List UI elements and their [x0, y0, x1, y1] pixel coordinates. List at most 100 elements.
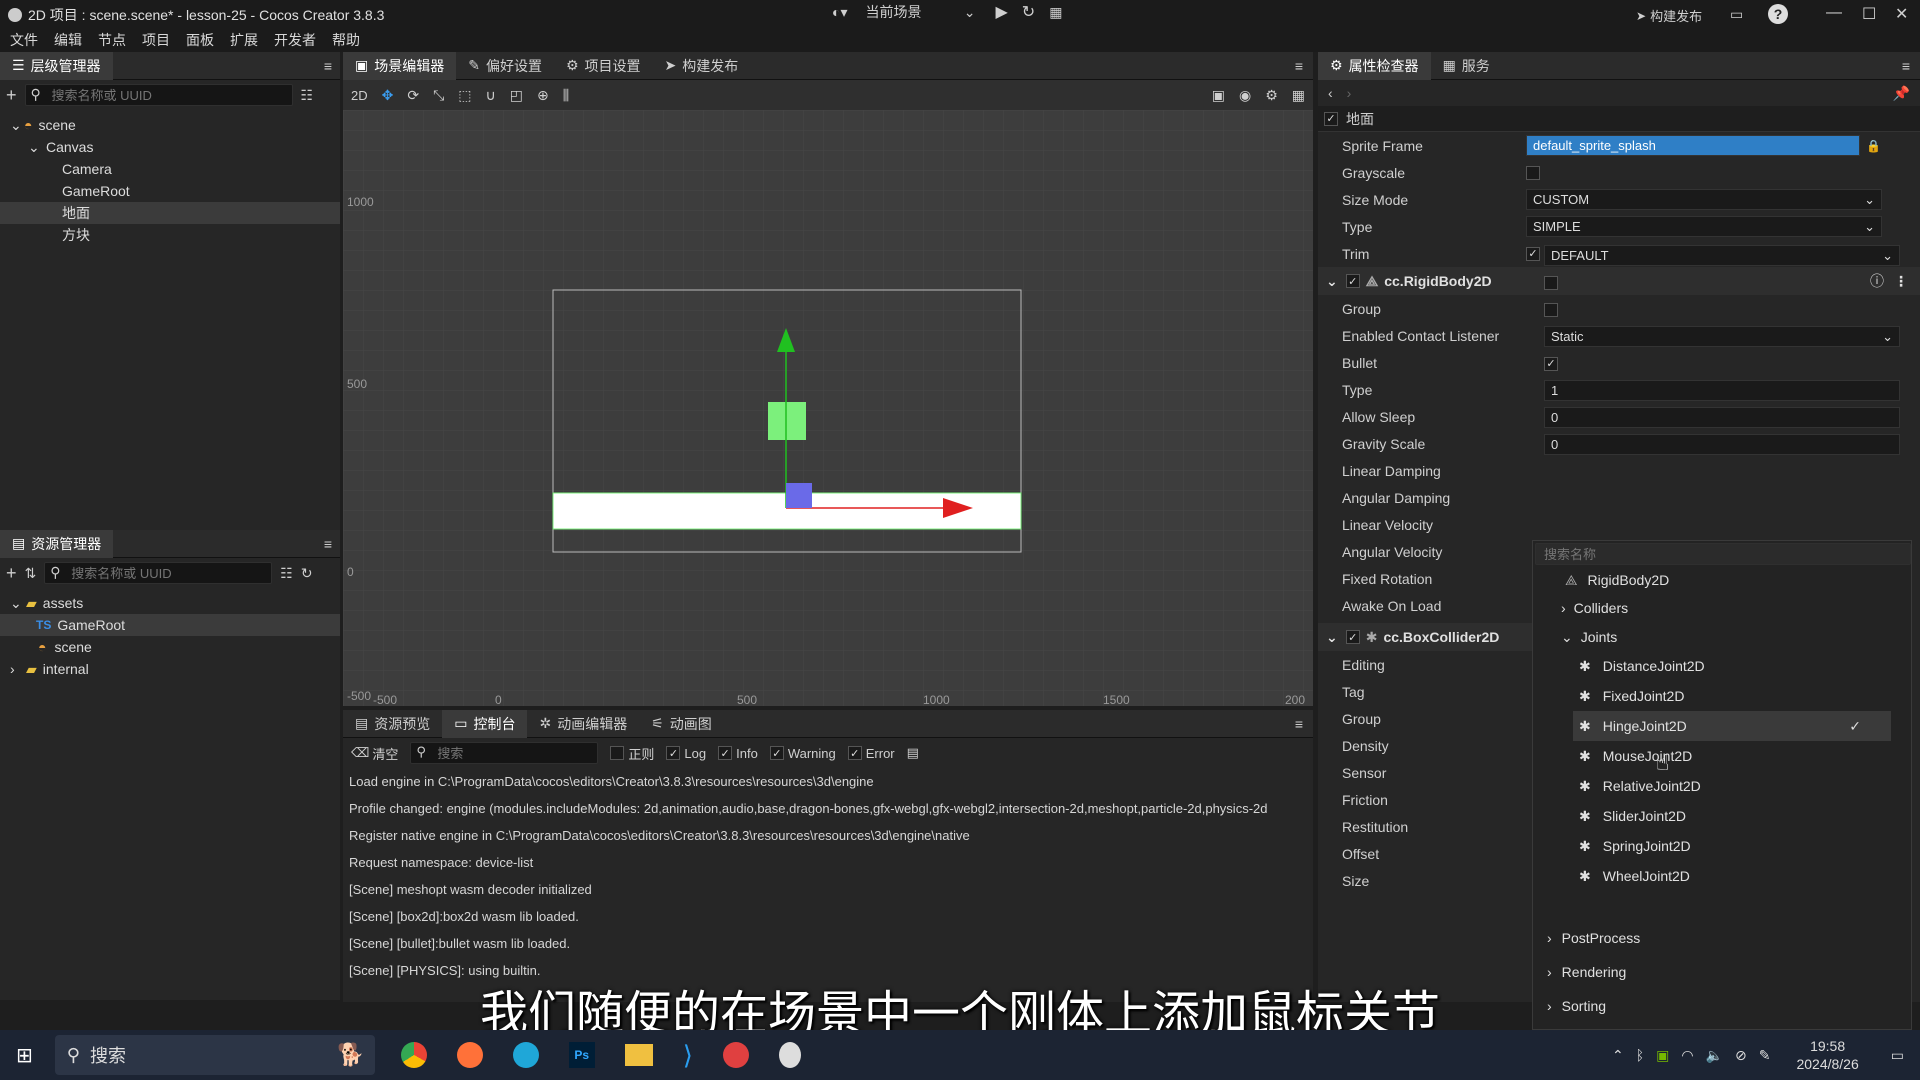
tab-animation-graph[interactable]: ⚟ 动画图: [639, 710, 724, 738]
layout-icon[interactable]: ▣: [1212, 87, 1225, 104]
tree-node-canvas[interactable]: ⌄ Canvas: [0, 136, 340, 158]
joint-item[interactable]: ✱ SpringJoint2D: [1533, 831, 1911, 861]
rotate-tool-icon[interactable]: ⟳: [407, 87, 419, 104]
joint-item-hovered[interactable]: ✱ MouseJoint2D: [1533, 741, 1911, 771]
size-mode-select[interactable]: CUSTOM ⌄: [1526, 189, 1882, 210]
group-joints[interactable]: ⌄ Joints: [1533, 623, 1911, 651]
filter-error[interactable]: ✓ Error: [847, 746, 895, 761]
block-sprite[interactable]: [768, 402, 806, 440]
panel-menu-icon[interactable]: ≡: [1902, 58, 1910, 74]
list-icon[interactable]: ☷: [280, 565, 293, 582]
component-enabled-checkbox[interactable]: ✓: [1345, 630, 1360, 644]
joint-item-selected[interactable]: ✱ HingeJoint2D ✓: [1573, 711, 1891, 741]
move-plane-gizmo[interactable]: [786, 483, 812, 508]
tree-node-camera[interactable]: Camera: [0, 158, 340, 180]
menu-help[interactable]: 帮助: [332, 30, 360, 50]
qr-icon[interactable]: ▦: [1049, 4, 1062, 21]
align-icon[interactable]: ⫼: [563, 87, 569, 104]
joint-item[interactable]: ✱ WheelJoint2D: [1533, 861, 1911, 891]
notification-off-icon[interactable]: ⊘: [1735, 1047, 1747, 1064]
pin-icon[interactable]: 📌: [1893, 85, 1910, 102]
help-icon[interactable]: ?: [1768, 4, 1788, 24]
allow-sleep-checkbox[interactable]: ✓: [1544, 356, 1558, 371]
maximize-icon[interactable]: ☐: [1862, 4, 1876, 24]
hierarchy-search-input[interactable]: [24, 84, 293, 106]
menu-extension[interactable]: 扩展: [230, 30, 258, 50]
joint-item[interactable]: ✱ FixedJoint2D: [1533, 681, 1911, 711]
log-checkbox[interactable]: ✓: [666, 746, 681, 760]
panel-menu-icon[interactable]: ≡: [324, 536, 332, 552]
tab-console[interactable]: ▭ 控制台: [442, 709, 528, 738]
sprite-frame-asset-field[interactable]: default_sprite_splash: [1526, 135, 1860, 156]
scene-view-icon[interactable]: ▦: [1292, 87, 1305, 104]
component-enabled-checkbox[interactable]: ✓: [1345, 274, 1360, 288]
pen-icon[interactable]: ✎: [1759, 1047, 1771, 1064]
tab-build[interactable]: ➤ 构建发布: [653, 52, 751, 80]
play-icon[interactable]: ▶: [995, 2, 1007, 22]
nvidia-icon[interactable]: ▣: [1656, 1047, 1669, 1064]
panel-menu-icon[interactable]: ≡: [1295, 58, 1303, 74]
info-checkbox[interactable]: ✓: [718, 746, 733, 760]
asset-folder-internal[interactable]: › ▰ internal: [0, 658, 340, 680]
warning-checkbox[interactable]: ✓: [769, 746, 784, 760]
tab-inspector[interactable]: ⚙ 属性检查器: [1318, 51, 1431, 80]
tree-node-ground[interactable]: 地面: [0, 202, 340, 224]
vscode-icon[interactable]: ⟩: [683, 1040, 693, 1071]
menu-edit[interactable]: 编辑: [54, 30, 82, 50]
tray-expand-icon[interactable]: ⌃: [1612, 1047, 1624, 1064]
menu-project[interactable]: 项目: [142, 30, 170, 50]
add-icon[interactable]: +: [6, 563, 17, 584]
bluetooth-icon[interactable]: ᛒ: [1636, 1047, 1644, 1063]
joint-item[interactable]: ✱ DistanceJoint2D: [1533, 651, 1911, 681]
scene-select[interactable]: 当前场景 ⌄: [865, 2, 975, 22]
filter-warning[interactable]: ✓ Warning: [769, 746, 836, 761]
bullet-checkbox[interactable]: [1544, 302, 1558, 317]
node-name-input[interactable]: 地面: [1346, 109, 1374, 129]
global-icon[interactable]: ⊕: [537, 87, 549, 104]
menu-node[interactable]: 节点: [98, 30, 126, 50]
menu-panel[interactable]: 面板: [186, 30, 214, 50]
grayscale-checkbox[interactable]: [1526, 165, 1540, 180]
cocos-dashboard-icon[interactable]: [722, 1042, 749, 1068]
settings-icon[interactable]: ⚙: [1265, 87, 1278, 104]
collapse-icon[interactable]: ☷: [301, 87, 314, 104]
contact-listener-checkbox[interactable]: [1544, 275, 1558, 290]
collapse-icon[interactable]: ▤: [907, 745, 919, 761]
notification-center-icon[interactable]: ▭: [1891, 1047, 1904, 1064]
panel-menu-icon[interactable]: ≡: [1295, 716, 1303, 732]
edge-icon[interactable]: [512, 1042, 539, 1068]
magnet-tool-icon[interactable]: ∪: [486, 87, 496, 104]
tree-node-block[interactable]: 方块: [0, 224, 340, 246]
clear-button[interactable]: ⌫ 清空: [351, 744, 398, 763]
volume-icon[interactable]: 🔈: [1706, 1047, 1723, 1064]
group-postprocess[interactable]: › PostProcess: [1533, 921, 1911, 955]
expand-icon[interactable]: ⌄: [10, 117, 24, 134]
menu-file[interactable]: 文件: [10, 30, 38, 50]
scene-viewport[interactable]: 1000 500 0 -500 -500 0 500 1000 1500 200: [343, 110, 1313, 706]
linear-damping-input[interactable]: 0: [1544, 407, 1900, 428]
cocos-creator-icon[interactable]: [778, 1042, 801, 1068]
close-icon[interactable]: ✕: [1895, 4, 1908, 24]
tab-hierarchy[interactable]: ☰ 层级管理器: [0, 51, 113, 80]
assets-search-input[interactable]: [44, 562, 273, 584]
component-item-rigidbody2d[interactable]: ⟁ RigidBody2D: [1533, 567, 1911, 593]
component-search-input[interactable]: [1535, 543, 1911, 565]
menu-developer[interactable]: 开发者: [274, 30, 316, 50]
forward-icon[interactable]: ›: [1347, 85, 1352, 101]
expand-icon[interactable]: ⌄: [10, 595, 26, 612]
refresh-icon[interactable]: ↻: [301, 565, 313, 582]
trim-checkbox[interactable]: ✓: [1526, 246, 1540, 261]
console-search-input[interactable]: [410, 742, 599, 764]
expand-icon[interactable]: ›: [10, 661, 26, 677]
tab-services[interactable]: ▦ 服务: [1431, 52, 1502, 80]
sort-icon[interactable]: ⇅: [25, 565, 37, 582]
group-select[interactable]: DEFAULT ⌄: [1544, 245, 1900, 266]
file-explorer-icon[interactable]: [624, 1044, 653, 1066]
camera-select-icon[interactable]: ◐▾: [832, 4, 847, 21]
tab-scene-editor[interactable]: ▣ 场景编辑器: [343, 51, 457, 80]
tab-project-settings[interactable]: ⚙ 项目设置: [554, 52, 653, 80]
minimize-icon[interactable]: —: [1826, 4, 1842, 22]
body-type-select[interactable]: Static ⌄: [1544, 326, 1900, 347]
add-icon[interactable]: +: [6, 85, 17, 106]
tree-node-scene[interactable]: ⌄ ◓ scene: [0, 114, 340, 136]
